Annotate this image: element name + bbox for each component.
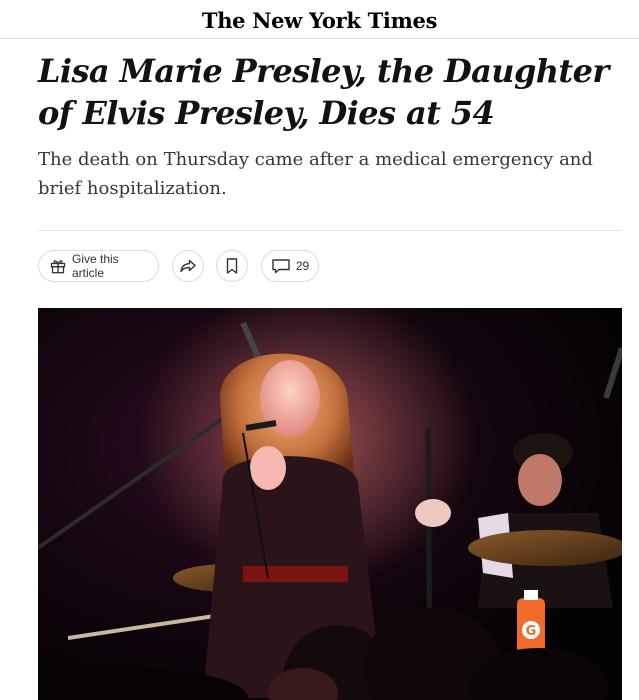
share-icon — [179, 257, 197, 275]
share-button[interactable] — [172, 250, 204, 282]
gift-icon — [49, 257, 67, 275]
give-article-button[interactable]: Give this article — [38, 250, 159, 282]
comments-button[interactable]: 29 — [261, 250, 319, 282]
article-summary: The death on Thursday came after a medic… — [38, 149, 593, 199]
masthead: The New York Times — [0, 0, 639, 39]
give-article-label: Give this article — [72, 252, 119, 280]
divider — [38, 230, 622, 231]
article-photo: G — [38, 308, 622, 700]
article-headline: Lisa Marie Presley, the Daughter of Elvi… — [38, 52, 609, 132]
nyt-logo[interactable]: The New York Times — [202, 8, 438, 33]
bookmark-icon — [224, 257, 240, 275]
bottle-logo-text: G — [526, 624, 537, 639]
save-button[interactable] — [216, 250, 248, 282]
comments-count: 29 — [295, 259, 310, 273]
comment-icon — [271, 257, 291, 275]
concert-image: G — [38, 308, 622, 700]
